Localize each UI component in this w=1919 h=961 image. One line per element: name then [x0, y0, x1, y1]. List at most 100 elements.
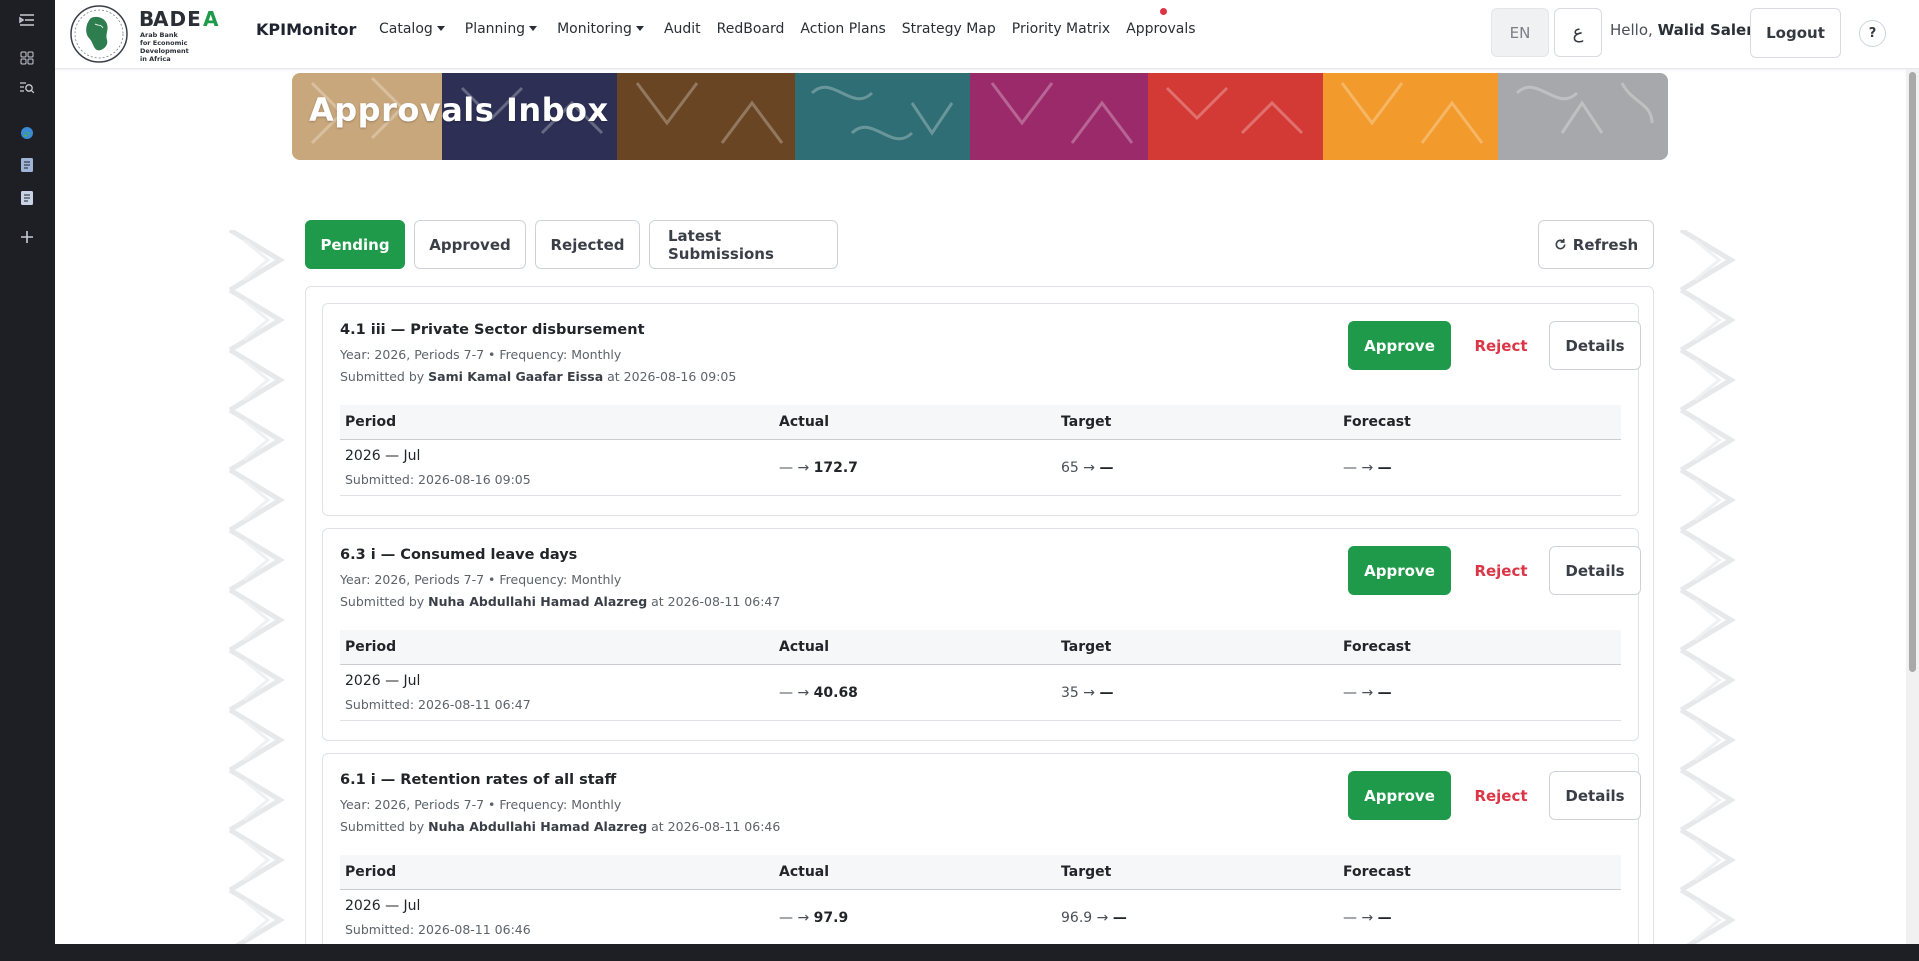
details-button[interactable]: Details	[1549, 321, 1641, 370]
nav-approvals[interactable]: Approvals	[1118, 21, 1203, 37]
column-target: Target	[1061, 639, 1112, 655]
column-actual: Actual	[779, 864, 830, 880]
collapse-menu-icon[interactable]	[14, 8, 40, 32]
column-actual: Actual	[779, 639, 830, 655]
actual-change: — → 97.9	[779, 910, 849, 926]
table-row: 2026 — Jul Submitted: 2026-08-11 06:46 —…	[340, 890, 1621, 944]
nav-planning[interactable]: Planning	[457, 21, 545, 37]
arrow-right-icon: →	[1083, 460, 1096, 476]
kpi-title[interactable]: 6.3 i — Consumed leave days	[340, 547, 577, 563]
forecast-change: — → —	[1343, 460, 1392, 476]
column-target: Target	[1061, 864, 1112, 880]
browser-viewport: B . ADE A Arab Bank for Economic Develop…	[55, 0, 1919, 944]
apps-grid-icon[interactable]	[14, 46, 40, 70]
svg-text:Development: Development	[140, 47, 189, 55]
table-row: 2026 — Jul Submitted: 2026-08-11 06:47 —…	[340, 665, 1621, 721]
submitter-name: Nuha Abdullahi Hamad Alazreg	[428, 594, 648, 609]
svg-text:in Africa: in Africa	[140, 55, 171, 63]
arrow-right-icon: →	[797, 685, 810, 701]
top-navbar: B . ADE A Arab Bank for Economic Develop…	[55, 0, 1919, 69]
logout-button[interactable]: Logout	[1750, 8, 1841, 58]
arrow-right-icon: →	[1083, 685, 1096, 701]
language-en-button[interactable]: EN	[1491, 8, 1549, 57]
pages-icon[interactable]	[14, 186, 40, 210]
approval-card: 6.3 i — Consumed leave days Year: 2026, …	[322, 528, 1641, 741]
refresh-icon	[1555, 238, 1566, 250]
approval-card: 4.1 iii — Private Sector disbursement Ye…	[322, 303, 1641, 516]
search-panel-icon[interactable]	[14, 76, 40, 100]
reject-button[interactable]: Reject	[1456, 321, 1546, 370]
arrow-right-icon: →	[1096, 910, 1109, 926]
notes-icon[interactable]	[14, 153, 40, 177]
arrow-right-icon: →	[797, 910, 810, 926]
chevron-down-icon	[635, 26, 644, 31]
submitter-name: Sami Kamal Gaafar Eissa	[428, 369, 604, 384]
approval-card: 6.1 i — Retention rates of all staff Yea…	[322, 753, 1641, 944]
nav-catalog[interactable]: Catalog	[371, 21, 453, 37]
scrollbar-thumb[interactable]	[1909, 72, 1916, 672]
window-bottom-edge	[0, 944, 1919, 961]
kpi-title[interactable]: 4.1 iii — Private Sector disbursement	[340, 322, 645, 338]
approve-button[interactable]: Approve	[1348, 771, 1451, 820]
help-icon[interactable]: ?	[1859, 20, 1886, 47]
user-name: Walid Salem	[1657, 21, 1762, 39]
refresh-label: Refresh	[1572, 235, 1639, 254]
tab-rejected[interactable]: Rejected	[535, 220, 640, 269]
tab-approved[interactable]: Approved	[414, 220, 526, 269]
details-button[interactable]: Details	[1549, 546, 1641, 595]
period-value: 2026 — Jul	[345, 448, 421, 464]
chevron-down-icon	[529, 26, 538, 31]
user-greeting: Hello, Walid Salem	[1610, 21, 1762, 39]
approve-button[interactable]: Approve	[1348, 321, 1451, 370]
period-submitted: Submitted: 2026-08-11 06:47	[345, 697, 531, 712]
add-icon[interactable]	[14, 225, 40, 249]
column-actual: Actual	[779, 414, 830, 430]
table-header: Period Actual Target Forecast	[340, 855, 1621, 890]
kpi-title[interactable]: 6.1 i — Retention rates of all staff	[340, 772, 616, 788]
svg-text:.: .	[139, 7, 147, 31]
app-brand[interactable]: KPIMonitor	[256, 20, 356, 39]
status-tabs: Pending Approved Rejected Latest Submiss…	[305, 220, 838, 269]
forecast-change: — → —	[1343, 910, 1392, 926]
arrow-right-icon: →	[1361, 685, 1374, 701]
table-header: Period Actual Target Forecast	[340, 405, 1621, 440]
period-submitted: Submitted: 2026-08-11 06:46	[345, 922, 531, 937]
left-pattern-decoration	[224, 230, 286, 944]
tab-pending[interactable]: Pending	[305, 220, 405, 269]
forecast-change: — → —	[1343, 685, 1392, 701]
column-period: Period	[345, 414, 397, 430]
details-button[interactable]: Details	[1549, 771, 1641, 820]
column-forecast: Forecast	[1343, 864, 1411, 880]
column-target: Target	[1061, 414, 1112, 430]
notification-dot	[1160, 8, 1167, 15]
period-value: 2026 — Jul	[345, 673, 421, 689]
badea-logo[interactable]: B . ADE A Arab Bank for Economic Develop…	[69, 4, 245, 64]
approve-button[interactable]: Approve	[1348, 546, 1451, 595]
language-ar-button[interactable]: ع	[1554, 8, 1602, 57]
reject-button[interactable]: Reject	[1456, 771, 1546, 820]
target-change: 35 → —	[1061, 685, 1114, 701]
table-header: Period Actual Target Forecast	[340, 630, 1621, 665]
submission-info: Submitted by Nuha Abdullahi Hamad Alazre…	[340, 819, 781, 834]
page-title: Approvals Inbox	[309, 91, 609, 129]
period-value: 2026 — Jul	[345, 898, 421, 914]
submission-info: Submitted by Sami Kamal Gaafar Eissa at …	[340, 369, 737, 384]
refresh-button[interactable]: Refresh	[1538, 220, 1654, 269]
nav-action-plans[interactable]: Action Plans	[792, 21, 893, 37]
nav-strategy-map[interactable]: Strategy Map	[894, 21, 1004, 37]
column-forecast: Forecast	[1343, 414, 1411, 430]
reject-button[interactable]: Reject	[1456, 546, 1546, 595]
svg-text:Arab Bank: Arab Bank	[140, 31, 179, 39]
svg-text:for Economic: for Economic	[140, 39, 188, 47]
svg-text:A: A	[203, 7, 219, 31]
nav-redboard[interactable]: RedBoard	[709, 21, 793, 37]
page-scrollbar[interactable]	[1906, 69, 1919, 944]
approvals-list: 4.1 iii — Private Sector disbursement Ye…	[305, 286, 1654, 944]
submission-info: Submitted by Nuha Abdullahi Hamad Alazre…	[340, 594, 781, 609]
main-nav: Catalog Planning Monitoring Audit RedBoa…	[371, 21, 1204, 37]
tab-latest-submissions[interactable]: Latest Submissions	[649, 220, 838, 269]
nav-audit[interactable]: Audit	[656, 21, 709, 37]
globe-icon[interactable]	[14, 121, 40, 145]
nav-priority-matrix[interactable]: Priority Matrix	[1004, 21, 1118, 37]
nav-monitoring[interactable]: Monitoring	[549, 21, 652, 37]
